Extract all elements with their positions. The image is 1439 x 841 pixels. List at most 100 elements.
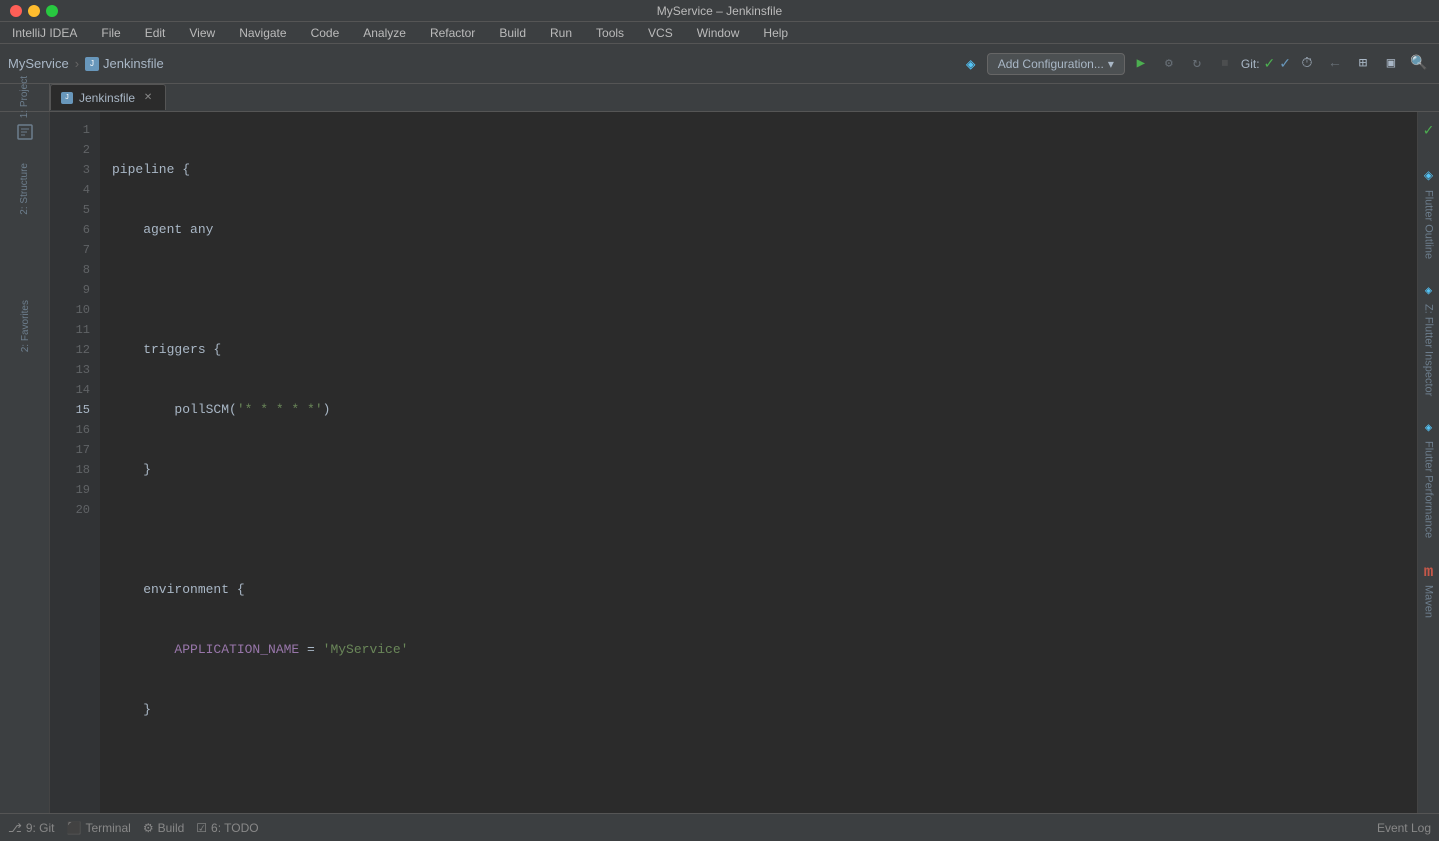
flutter-outline-text[interactable]: Flutter Outline — [1421, 186, 1437, 263]
line-num-14: 14 — [50, 380, 100, 400]
menu-code[interactable]: Code — [307, 24, 344, 42]
panel-icon: ▣ — [1387, 55, 1395, 72]
add-configuration-button[interactable]: Add Configuration... ▾ — [987, 53, 1125, 75]
add-config-arrow: ▾ — [1108, 57, 1114, 71]
stop-button[interactable]: ⏹ — [1213, 52, 1237, 76]
build-button[interactable]: ⚙ — [1157, 52, 1181, 76]
code-line-6: } — [112, 460, 1417, 480]
code-line-5: pollSCM('* * * * *') — [112, 400, 1417, 420]
search-button[interactable]: 🔍 — [1407, 52, 1431, 76]
maximize-button[interactable] — [46, 5, 58, 17]
sidebar-structure-label[interactable]: 2: Structure — [14, 148, 36, 170]
tab-file-icon: J — [61, 92, 73, 104]
line-num-7: 7 — [50, 240, 100, 260]
status-bar: ⎇ 9: Git ⬛ Terminal ⚙ Build ☑ 6: TODO Ev… — [0, 813, 1439, 841]
code-line-3 — [112, 280, 1417, 300]
menu-bar: IntelliJ IDEA File Edit View Navigate Co… — [0, 22, 1439, 44]
menu-refactor[interactable]: Refactor — [426, 24, 479, 42]
build-status-icon: ⚙ — [143, 821, 154, 835]
line-num-13: 13 — [50, 360, 100, 380]
window-title: MyService – Jenkinsfile — [657, 4, 782, 18]
line-num-5: 5 — [50, 200, 100, 220]
git-status-item[interactable]: ⎇ 9: Git — [8, 821, 55, 835]
line-num-11: 11 — [50, 320, 100, 340]
right-sidebar: ✓ ◈ Flutter Outline ◈ Z: Flutter Inspect… — [1417, 112, 1439, 813]
back-icon: ← — [1331, 56, 1339, 72]
breadcrumb-separator: › — [75, 56, 79, 71]
line-num-1: 1 — [50, 120, 100, 140]
line-num-18: 18 — [50, 460, 100, 480]
flutter-toolbar-icon[interactable]: ◈ — [959, 52, 983, 76]
breadcrumb-project[interactable]: MyService — [8, 56, 69, 71]
git-status-icon: ⎇ — [8, 821, 22, 835]
line-num-3: 3 — [50, 160, 100, 180]
code-line-10: } — [112, 700, 1417, 720]
code-content[interactable]: pipeline { agent any triggers { pollSCM(… — [100, 112, 1417, 813]
line-num-10: 10 — [50, 300, 100, 320]
menu-file[interactable]: File — [97, 24, 124, 42]
update-icon: ↻ — [1193, 55, 1201, 72]
menu-analyze[interactable]: Analyze — [359, 24, 410, 42]
history-icon: ⏱ — [1302, 56, 1313, 72]
update-button[interactable]: ↻ — [1185, 52, 1209, 76]
flutter-performance-label[interactable]: Flutter Performance — [1421, 437, 1437, 542]
maven-icon: m — [1424, 563, 1434, 581]
run-button[interactable]: ▶ — [1129, 52, 1153, 76]
right-check-icon[interactable]: ✓ — [1424, 120, 1434, 140]
tab-jenkinsfile[interactable]: J Jenkinsfile ✕ — [50, 84, 166, 110]
flutter-outline-label[interactable]: ◈ — [1420, 164, 1438, 186]
code-line-2: agent any — [112, 220, 1417, 240]
code-line-4: triggers { — [112, 340, 1417, 360]
breadcrumb-file[interactable]: J Jenkinsfile — [85, 56, 164, 71]
close-button[interactable] — [10, 5, 22, 17]
toolbar-center: ◈ Add Configuration... ▾ ▶ ⚙ ↻ ⏹ Git: ✓ … — [959, 52, 1431, 76]
tab-close-button[interactable]: ✕ — [141, 91, 155, 105]
git-branch-icon[interactable]: ✓ — [1279, 55, 1291, 72]
line-num-12: 12 — [50, 340, 100, 360]
traffic-lights[interactable] — [10, 5, 58, 17]
code-line-8: environment { — [112, 580, 1417, 600]
menu-vcs[interactable]: VCS — [644, 24, 677, 42]
sidebar-favorites-label[interactable]: 2: Favorites — [20, 300, 31, 352]
panel-button[interactable]: ▣ — [1379, 52, 1403, 76]
build-status-item[interactable]: ⚙ Build — [143, 821, 184, 835]
build-icon: ⚙ — [1165, 56, 1173, 71]
menu-build[interactable]: Build — [495, 24, 530, 42]
breadcrumb: MyService › J Jenkinsfile — [8, 56, 164, 71]
menu-help[interactable]: Help — [759, 24, 792, 42]
menu-run[interactable]: Run — [546, 24, 576, 42]
menu-edit[interactable]: Edit — [141, 24, 170, 42]
project-panel-label[interactable]: 1: Project — [19, 76, 30, 118]
code-line-1: pipeline { — [112, 160, 1417, 180]
menu-tools[interactable]: Tools — [592, 24, 628, 42]
line-num-6: 6 — [50, 220, 100, 240]
terminal-status-item[interactable]: ⬛ Terminal — [67, 821, 131, 835]
git-section: Git: ✓ ✓ — [1241, 55, 1291, 72]
menu-navigate[interactable]: Navigate — [235, 24, 290, 42]
maven-label[interactable]: Maven — [1421, 581, 1437, 622]
minimize-button[interactable] — [28, 5, 40, 17]
tab-label: Jenkinsfile — [79, 91, 135, 105]
flutter-icon: ◈ — [966, 54, 976, 74]
layout-button[interactable]: ⊞ — [1351, 52, 1375, 76]
back-button[interactable]: ← — [1323, 52, 1347, 76]
code-editor[interactable]: 1 2 3 4 5 6 7 8 9 10 11 12 13 14 15 16 1 — [50, 112, 1417, 813]
search-icon: 🔍 — [1410, 55, 1427, 72]
code-line-7 — [112, 520, 1417, 540]
flutter-inspector-label[interactable]: Z: Flutter Inspector — [1421, 300, 1437, 400]
flutter-inspector-icon: ◈ — [1425, 283, 1432, 298]
git-check-icon[interactable]: ✓ — [1264, 55, 1276, 72]
line-num-2: 2 — [50, 140, 100, 160]
menu-intellij[interactable]: IntelliJ IDEA — [8, 24, 81, 42]
build-status-label: Build — [158, 821, 185, 835]
line-numbers: 1 2 3 4 5 6 7 8 9 10 11 12 13 14 15 16 1 — [50, 112, 100, 813]
menu-window[interactable]: Window — [693, 24, 744, 42]
todo-status-item[interactable]: ☑ 6: TODO — [196, 821, 258, 835]
layout-icon: ⊞ — [1359, 55, 1367, 72]
sidebar-project-icon[interactable] — [13, 120, 37, 144]
flutter-performance-icon: ◈ — [1425, 420, 1432, 435]
history-button[interactable]: ⏱ — [1295, 52, 1319, 76]
event-log-item[interactable]: Event Log — [1377, 821, 1431, 835]
menu-view[interactable]: View — [185, 24, 219, 42]
stop-icon: ⏹ — [1221, 56, 1228, 72]
